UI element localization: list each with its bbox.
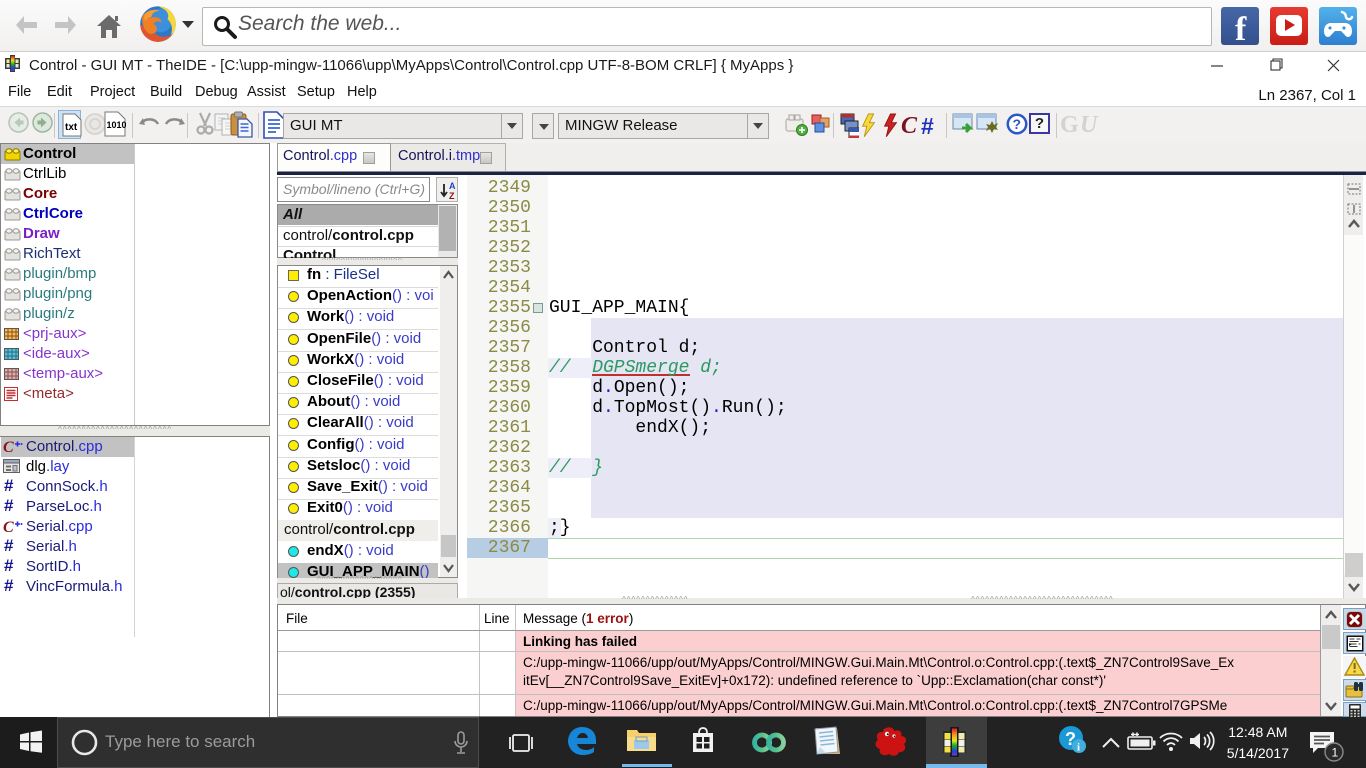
svg-text:C: C (3, 519, 14, 535)
svg-text:A: A (449, 181, 456, 191)
svg-text:1: 1 (1332, 746, 1339, 760)
svg-text:C: C (3, 439, 14, 455)
svg-text:1010: 1010 (107, 120, 127, 130)
svg-text:i: i (1077, 742, 1080, 754)
svg-text:Z: Z (449, 191, 455, 201)
svg-text:txt: txt (65, 122, 78, 133)
svg-text:?: ? (1013, 116, 1022, 132)
